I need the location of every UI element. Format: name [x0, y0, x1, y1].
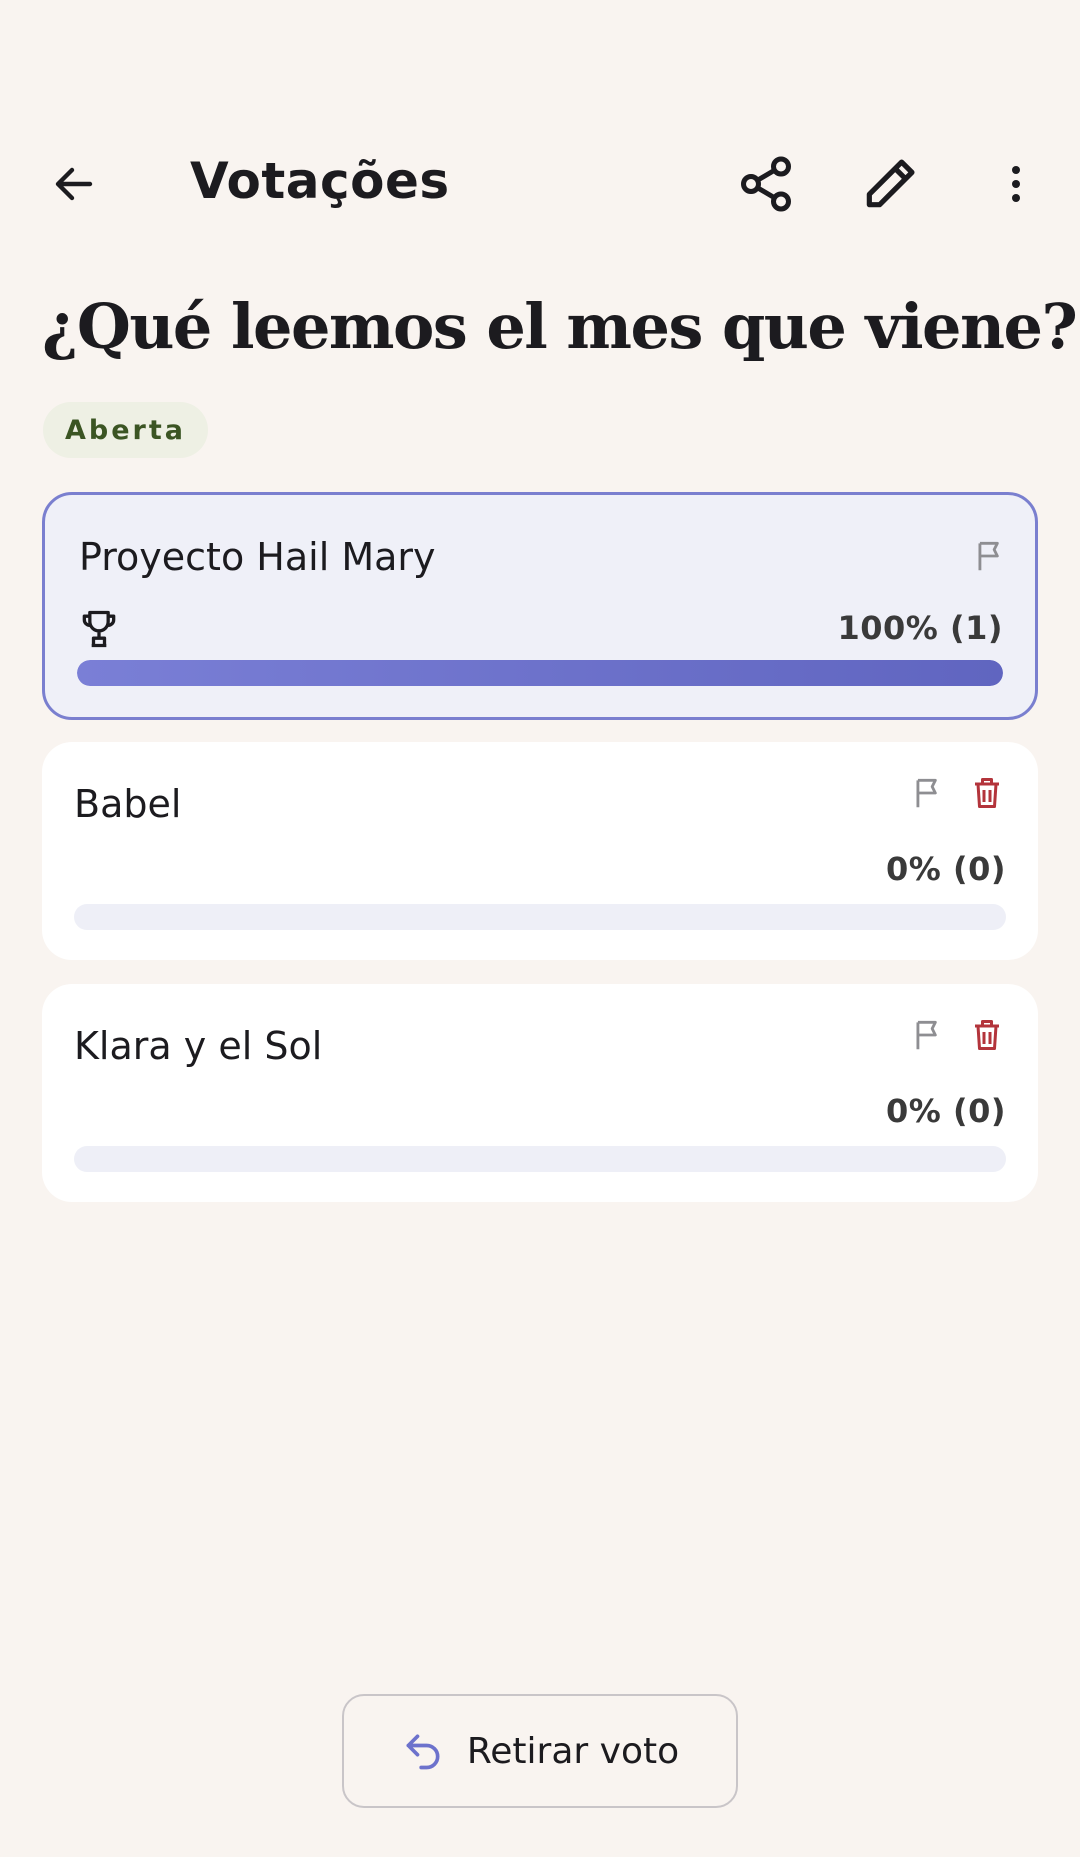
delete-option-button[interactable] — [960, 1008, 1014, 1062]
flag-icon — [978, 541, 999, 571]
share-button[interactable] — [722, 140, 810, 228]
trash-icon — [975, 778, 999, 808]
poll-question: ¿Qué leemos el mes que viene? — [42, 290, 1078, 363]
arrow-left-icon — [55, 167, 93, 201]
trophy-icon — [82, 610, 116, 648]
app-bar-title: Votações — [190, 152, 450, 210]
status-badge: Aberta — [43, 402, 208, 458]
poll-screen: Votações ¿Qué leemos el mes que viene? A… — [0, 0, 1080, 1857]
withdraw-vote-label: Retirar voto — [466, 1730, 680, 1772]
top-app-bar: Votações — [0, 140, 1080, 228]
more-options-button[interactable] — [972, 140, 1060, 228]
option-progress-bar — [74, 1146, 1006, 1172]
flag-button[interactable] — [902, 1008, 956, 1062]
poll-option-card[interactable]: Babel 0% (0) — [42, 742, 1038, 960]
option-result: 0% (0) — [886, 1092, 1006, 1130]
more-vertical-icon — [1012, 166, 1020, 202]
delete-option-button[interactable] — [960, 766, 1014, 820]
edit-button[interactable] — [846, 140, 934, 228]
option-result: 0% (0) — [886, 850, 1006, 888]
flag-button[interactable] — [964, 529, 1018, 583]
option-progress-bar — [74, 904, 1006, 930]
poll-option-card[interactable]: Proyecto Hail Mary 100% (1) — [42, 492, 1038, 720]
option-result: 100% (1) — [837, 609, 1003, 647]
flag-icon — [916, 1020, 937, 1050]
back-button[interactable] — [30, 140, 118, 228]
option-label: Babel — [74, 782, 182, 826]
trash-icon — [975, 1020, 999, 1050]
flag-button[interactable] — [902, 766, 956, 820]
option-label: Klara y el Sol — [74, 1024, 323, 1068]
undo-arrow-icon — [406, 1734, 440, 1770]
option-label: Proyecto Hail Mary — [79, 535, 436, 579]
share-icon — [741, 156, 791, 212]
option-progress-bar — [77, 660, 1003, 686]
poll-option-card[interactable]: Klara y el Sol 0% (0) — [42, 984, 1038, 1202]
pencil-icon — [866, 159, 915, 208]
option-progress-fill — [77, 660, 1003, 686]
flag-icon — [916, 778, 937, 808]
withdraw-vote-button[interactable]: Retirar voto — [342, 1694, 738, 1808]
